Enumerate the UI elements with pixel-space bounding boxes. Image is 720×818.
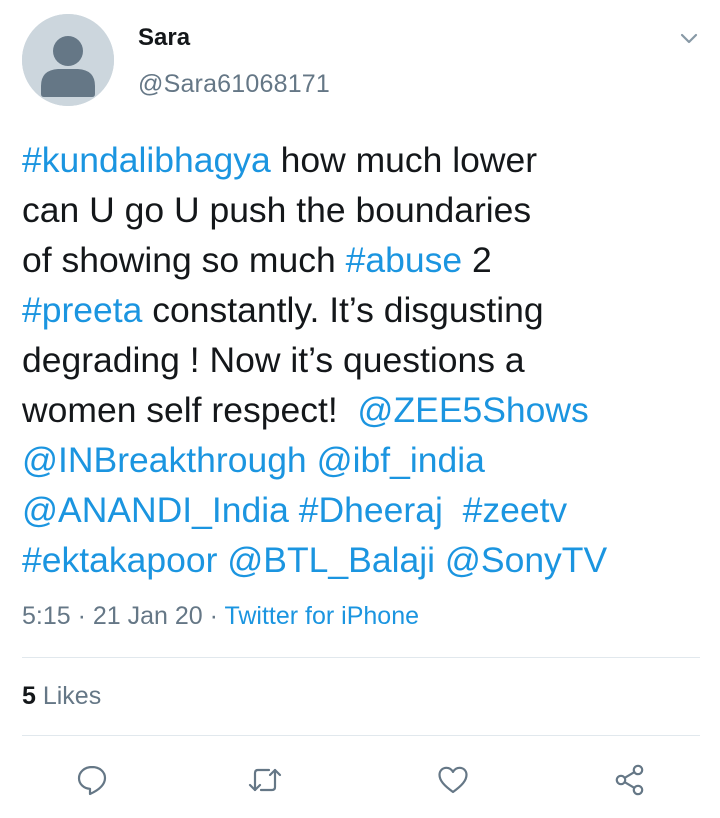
tweet-actions (0, 752, 720, 808)
hashtag-link[interactable]: #ektakapoor (22, 540, 217, 580)
reply-icon (77, 765, 107, 796)
mention-link[interactable]: @BTL_Balaji (227, 540, 435, 580)
tweet-text-segment: degrading ! Now it’s questions a (22, 340, 525, 380)
avatar[interactable] (22, 14, 114, 106)
tweet-text-line: @INBreakthrough @ibf_india (22, 435, 702, 485)
tweet-text-line: degrading ! Now it’s questions a (22, 335, 702, 385)
hashtag-link[interactable]: #Dheeraj (299, 490, 443, 530)
tweet-source-link[interactable]: Twitter for iPhone (224, 602, 419, 630)
meta-separator: · (70, 602, 93, 630)
divider (22, 657, 700, 658)
divider (22, 735, 700, 736)
hashtag-link[interactable]: #abuse (346, 240, 462, 280)
like-icon (438, 766, 468, 794)
tweet-text-segment: women self respect! (22, 390, 358, 430)
tweet-text-line: #ektakapoor @BTL_Balaji @SonyTV (22, 535, 702, 585)
likes-stat[interactable]: 5 Likes (22, 682, 101, 711)
tweet-text-line: #kundalibhagya how much lower (22, 135, 702, 185)
mention-link[interactable]: @SonyTV (445, 540, 607, 580)
tweet-text-line: @ANANDI_India #Dheeraj #zeetv (22, 485, 702, 535)
retweet-icon (248, 768, 282, 792)
tweet-date[interactable]: 21 Jan 20 (93, 602, 203, 630)
tweet-text-segment: how much lower (270, 140, 538, 180)
mention-link[interactable]: @INBreakthrough (22, 440, 307, 480)
tweet-text-line: of showing so much #abuse 2 (22, 235, 702, 285)
mention-link[interactable]: @ZEE5Shows (357, 390, 588, 430)
tweet-text-line: women self respect! @ZEE5Shows (22, 385, 702, 435)
tweet-text-segment: can U go U push the boundaries (22, 190, 532, 230)
tweet-meta: 5:15 · 21 Jan 20 · Twitter for iPhone (22, 602, 419, 631)
mention-link[interactable]: @ANANDI_India (22, 490, 289, 530)
tweet-text-segment (289, 490, 299, 530)
tweet-text-line: can U go U push the boundaries (22, 185, 702, 235)
likes-label: Likes (35, 682, 102, 710)
tweet-text-segment (435, 540, 445, 580)
tweet-text-segment (307, 440, 317, 480)
display-name[interactable]: Sara (138, 24, 190, 52)
chevron-down-icon (680, 33, 698, 44)
share-icon (615, 764, 644, 796)
tweet-header: Sara @Sara61068171 (0, 0, 720, 120)
mention-link[interactable]: @ibf_india (317, 440, 485, 480)
default-avatar-icon (22, 14, 114, 106)
tweet-text-segment (443, 490, 463, 530)
hashtag-link[interactable]: #kundalibhagya (22, 140, 271, 180)
retweet-button[interactable] (245, 760, 285, 800)
tweet-text-segment: constantly. It’s disgusting (142, 290, 544, 330)
share-button[interactable] (610, 760, 650, 800)
tweet-text-line: #preeta constantly. It’s disgusting (22, 285, 702, 335)
user-handle[interactable]: @Sara61068171 (138, 70, 330, 99)
like-button[interactable] (433, 760, 473, 800)
hashtag-link[interactable]: #preeta (22, 290, 142, 330)
likes-count: 5 (22, 682, 36, 710)
tweet-text-segment: of showing so much (22, 240, 346, 280)
more-options-button[interactable] (676, 26, 702, 52)
tweet-time: 5:15 (22, 602, 71, 630)
reply-button[interactable] (72, 760, 112, 800)
tweet-text: #kundalibhagya how much lower can U go U … (22, 135, 702, 585)
tweet-text-segment (217, 540, 227, 580)
tweet-text-segment: 2 (462, 240, 492, 280)
meta-separator: · (202, 602, 225, 630)
hashtag-link[interactable]: #zeetv (463, 490, 568, 530)
